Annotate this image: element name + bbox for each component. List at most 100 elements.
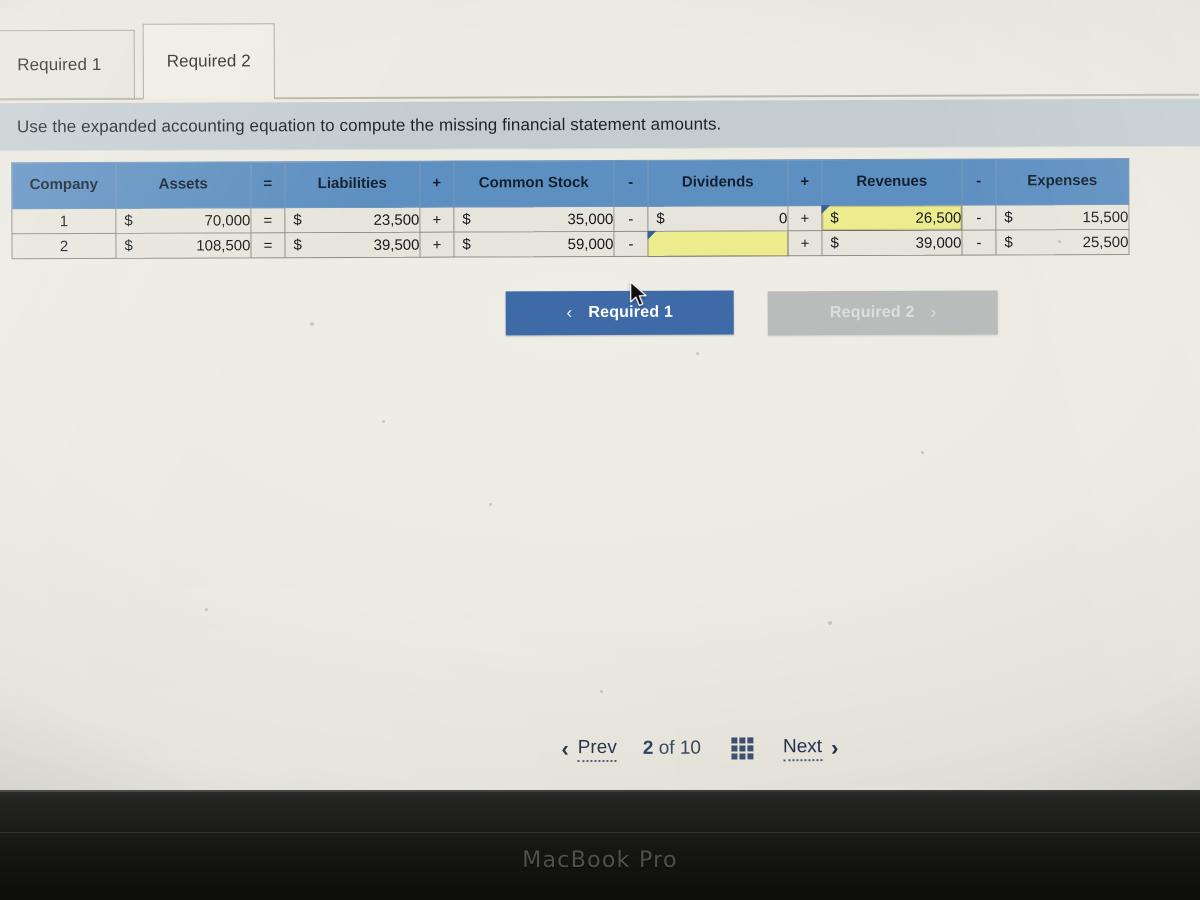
cell-common-stock-row1: $ 35,000 <box>453 206 614 233</box>
table-header-row: Company Assets = Liabilities + Common St… <box>11 158 1129 209</box>
cell-flag-marker-icon <box>821 205 831 215</box>
page-current: 2 <box>642 737 654 759</box>
cell-common-stock-row2-value: 59,000 <box>567 235 614 253</box>
required-2-button[interactable]: Required 2 › <box>768 290 999 336</box>
cell-plus-row2-a: + <box>419 232 455 258</box>
chevron-right-icon: › <box>930 302 937 322</box>
input-revenues-row1[interactable]: $ 26,500 <box>821 205 962 231</box>
screen-dust-speck <box>205 608 208 611</box>
table-row: 2 $ 108,500 = $ 39,500 + $ 59,000 - + $ … <box>11 229 1130 259</box>
col-header-plus-1: + <box>419 161 454 208</box>
screen-dust-speck <box>921 451 924 454</box>
cell-minus-row1-a: - <box>613 206 648 232</box>
cell-expenses-row1-value: 15,500 <box>1082 208 1129 226</box>
cell-assets-row1-value: 70,000 <box>204 211 251 230</box>
cell-plus-row1-b: + <box>787 205 822 231</box>
accounting-equation-table: Company Assets = Liabilities + Common St… <box>11 157 1130 260</box>
laptop-screen: Required 1 Required 2 Use the expanded a… <box>0 0 1200 792</box>
required-nav-group: ‹ Required 1 Required 2 › <box>505 289 999 336</box>
laptop-photo: Required 1 Required 2 Use the expanded a… <box>0 0 1200 900</box>
laptop-bezel: MacBook Pro <box>0 790 1200 900</box>
cell-minus-row1-b: - <box>961 204 996 231</box>
cell-dividends-row1: $ 0 <box>647 205 788 232</box>
currency-symbol: $ <box>656 210 665 228</box>
tab-required-1[interactable]: Required 1 <box>0 29 135 101</box>
cell-minus-row2-a: - <box>613 231 649 257</box>
tab-required-2-label: Required 2 <box>166 51 251 71</box>
currency-symbol: $ <box>124 212 133 230</box>
cell-dividends-row1-value: 0 <box>779 209 788 227</box>
cell-expenses-row2-value: 25,500 <box>1082 233 1129 251</box>
chevron-left-icon: ‹ <box>566 303 573 323</box>
cell-equals-row1: = <box>250 207 285 233</box>
quiz-application: Required 1 Required 2 Use the expanded a… <box>0 0 1200 792</box>
screen-dust-speck <box>828 621 832 625</box>
cell-plus-row2-b: + <box>787 230 823 256</box>
cell-liabilities-row1-value: 23,500 <box>373 211 420 229</box>
currency-symbol: $ <box>1004 208 1013 226</box>
currency-symbol: $ <box>1004 233 1013 251</box>
cell-liabilities-row2-value: 39,500 <box>373 236 420 254</box>
page-counter: 2 of 10 <box>643 738 701 760</box>
pagination-bar: ‹ Prev 2 of 10 Next › <box>561 735 838 762</box>
required-1-button[interactable]: ‹ Required 1 <box>505 290 734 336</box>
col-header-plus-2: + <box>787 159 822 206</box>
instruction-banner: Use the expanded accounting equation to … <box>0 98 1200 152</box>
screen-dust-speck <box>1058 240 1061 243</box>
screen-dust-speck <box>310 322 314 326</box>
prev-page-button[interactable]: ‹ Prev <box>561 736 617 762</box>
cell-expenses-row1: $ 15,500 <box>995 204 1129 230</box>
accounting-table-wrapper: Company Assets = Liabilities + Common St… <box>11 157 1130 260</box>
tab-required-2[interactable]: Required 2 <box>142 23 275 100</box>
col-header-assets: Assets <box>115 161 251 209</box>
cell-assets-row2-value: 108,500 <box>196 236 251 255</box>
cell-flag-marker-icon <box>647 230 657 240</box>
cell-company-row1: 1 <box>11 208 116 234</box>
screen-dust-speck <box>696 352 699 355</box>
screen-dust-speck <box>489 503 492 506</box>
cell-minus-row2-b: - <box>961 229 997 256</box>
required-2-button-label: Required 2 <box>829 303 915 322</box>
chevron-left-icon: ‹ <box>561 736 569 762</box>
cell-revenues-row2-value: 39,000 <box>915 234 962 252</box>
currency-symbol: $ <box>830 209 839 227</box>
cell-common-stock-row2: $ 59,000 <box>453 231 615 258</box>
input-dividends-row2[interactable] <box>647 230 789 257</box>
col-header-common-stock: Common Stock <box>453 160 614 208</box>
cell-liabilities-row1: $ 23,500 <box>284 207 420 233</box>
input-revenues-row1-value: 26,500 <box>915 209 962 227</box>
cell-assets-row1: $ 70,000 <box>115 207 251 234</box>
cell-liabilities-row2: $ 39,500 <box>284 232 421 258</box>
next-page-label: Next <box>782 735 823 761</box>
page-of-word: of <box>658 737 675 759</box>
currency-symbol: $ <box>293 211 302 229</box>
tab-required-1-label: Required 1 <box>17 54 102 75</box>
col-header-minus-1: - <box>613 160 648 207</box>
chevron-right-icon: › <box>830 735 839 761</box>
col-header-liabilities: Liabilities <box>284 161 420 208</box>
col-header-expenses: Expenses <box>995 158 1129 205</box>
device-brand-label: MacBook Pro <box>522 848 678 873</box>
col-header-company: Company <box>11 162 116 209</box>
page-total: 10 <box>679 737 702 759</box>
grid-view-icon[interactable] <box>730 737 754 760</box>
next-page-button[interactable]: Next › <box>782 735 839 761</box>
currency-symbol: $ <box>830 234 839 252</box>
mouse-cursor-icon <box>629 281 647 307</box>
cell-expenses-row2: $ 25,500 <box>995 229 1130 255</box>
cell-common-stock-row1-value: 35,000 <box>567 210 614 228</box>
bezel-seam <box>0 832 1200 833</box>
currency-symbol: $ <box>293 236 302 254</box>
col-header-revenues: Revenues <box>821 159 962 206</box>
currency-symbol: $ <box>462 235 471 254</box>
cell-assets-row2: $ 108,500 <box>115 232 252 259</box>
cell-equals-row2: = <box>250 232 286 258</box>
tab-strip: Required 1 Required 2 <box>0 20 1199 101</box>
col-header-minus-2: - <box>961 158 996 206</box>
prev-page-label: Prev <box>577 736 617 762</box>
cell-revenues-row2: $ 39,000 <box>821 230 963 256</box>
currency-symbol: $ <box>462 210 471 229</box>
currency-symbol: $ <box>124 237 133 255</box>
instruction-text: Use the expanded accounting equation to … <box>16 114 722 137</box>
col-header-dividends: Dividends <box>647 159 788 207</box>
